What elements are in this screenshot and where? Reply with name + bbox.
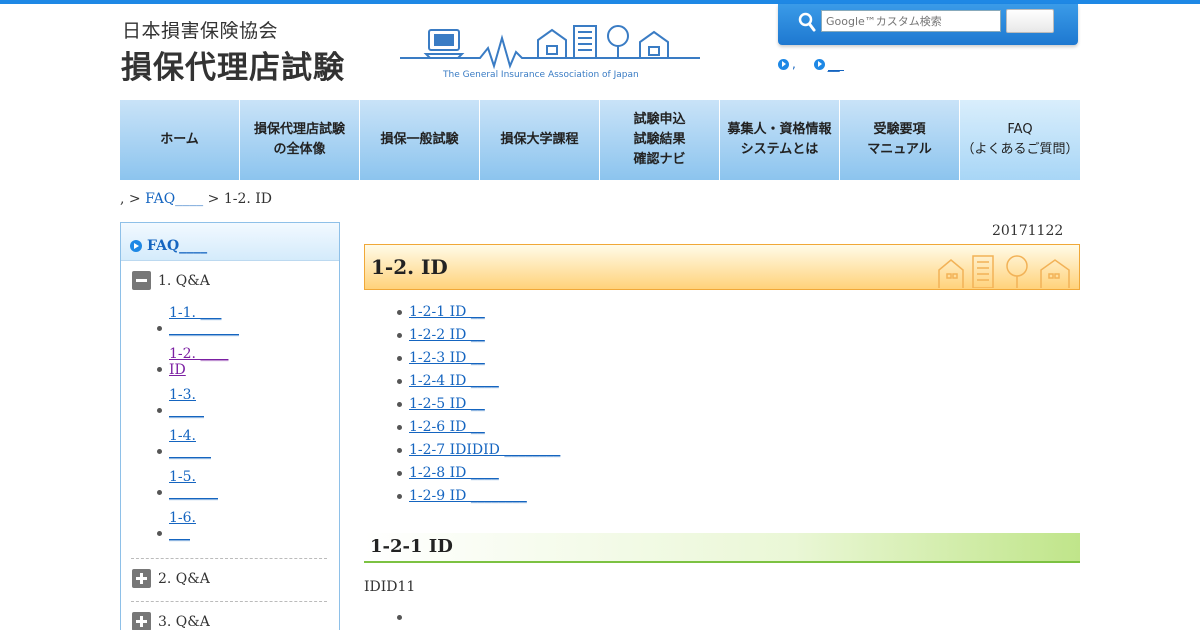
sidebar-item: 1-5. _______: [148, 469, 318, 502]
search-input[interactable]: [821, 10, 1001, 32]
sidebar-category-3[interactable]: 3. Q&A: [132, 612, 210, 630]
utility-link-label: ,: [792, 57, 796, 71]
toc-link[interactable]: 1-2-3 ID __: [409, 350, 485, 366]
toc-item: 1-2-1 ID __: [396, 304, 560, 327]
divider: [131, 601, 327, 602]
toc-item: 1-2-9 ID ________: [396, 488, 560, 511]
sidebar-faq-link[interactable]: FAQ____: [147, 238, 207, 254]
sidebar-category-label: 3. Q&A: [158, 613, 210, 630]
toc-link[interactable]: 1-2-7 IDIDID ________: [409, 442, 560, 458]
arrow-circle-icon: [778, 58, 789, 70]
expand-icon[interactable]: [132, 612, 151, 630]
list-bullet: [397, 615, 402, 620]
toc-link[interactable]: 1-2-5 ID __: [409, 396, 485, 412]
sidebar-item-link[interactable]: 1-4. ______: [169, 428, 211, 460]
section-heading: 1-2-1 ID: [370, 536, 453, 557]
sidebar-header: FAQ____: [121, 223, 339, 261]
breadcrumb-faq-link[interactable]: FAQ____: [145, 191, 203, 207]
sidebar-category-label: 1. Q&A: [158, 272, 210, 289]
updated-date: 20171122: [992, 223, 1064, 239]
nav-overview[interactable]: 損保代理店試験 の全体像: [240, 100, 360, 180]
town-illustration-icon: [938, 255, 1070, 288]
sidebar-category-2[interactable]: 2. Q&A: [132, 569, 210, 588]
global-nav: ホーム 損保代理店試験 の全体像 損保一般試験 損保大学課程 試験申込 試験結果…: [120, 100, 1080, 180]
nav-home[interactable]: ホーム: [120, 100, 240, 180]
sidebar: FAQ____ 1. Q&A 1-1. ___ __________ 1-2. …: [120, 222, 340, 630]
utility-links: , __: [778, 57, 858, 73]
sidebar-item-link[interactable]: 1-5. _______: [169, 469, 218, 501]
breadcrumb-separator: >: [124, 191, 146, 207]
arrow-circle-icon: [813, 58, 825, 70]
sidebar-item: 1-3. _____: [148, 387, 318, 420]
search-panel: [778, 4, 1078, 45]
toc-link[interactable]: 1-2-8 ID ____: [409, 465, 499, 481]
utility-link-2[interactable]: __: [813, 58, 844, 72]
collapse-icon[interactable]: [132, 271, 151, 290]
toc-link[interactable]: 1-2-2 ID __: [409, 327, 485, 343]
sidebar-subitems: 1-1. ___ __________ 1-2. ____ ID 1-3. __…: [148, 305, 318, 551]
utility-link-1[interactable]: ,: [778, 57, 796, 71]
sidebar-item: 1-4. ______: [148, 428, 318, 461]
breadcrumb-current: 1-2. ID: [223, 191, 273, 207]
toc-item: 1-2-2 ID __: [396, 327, 560, 350]
divider: [131, 558, 327, 559]
nav-application-navi[interactable]: 試験申込 試験結果 確認ナビ: [600, 100, 720, 180]
association-english-name: The General Insurance Association of Jap…: [443, 70, 639, 80]
nav-system-info[interactable]: 募集人・資格情報 システムとは: [720, 100, 840, 180]
expand-icon[interactable]: [132, 569, 151, 588]
section-text: IDID11: [364, 579, 416, 595]
page-title: 1-2. ID: [371, 255, 448, 279]
toc-item: 1-2-4 ID ____: [396, 373, 560, 396]
utility-link-label: __: [827, 58, 844, 72]
arrow-circle-icon: [130, 240, 142, 252]
nav-university-course[interactable]: 損保大学課程: [480, 100, 600, 180]
toc-item: 1-2-5 ID __: [396, 396, 560, 419]
sidebar-item-link[interactable]: 1-3. _____: [169, 387, 204, 419]
search-icon: [798, 12, 816, 32]
toc-link[interactable]: 1-2-6 ID __: [409, 419, 485, 435]
breadcrumb-separator: >: [203, 191, 224, 207]
breadcrumb: , > FAQ____ > 1-2. ID: [120, 191, 272, 207]
toc-link[interactable]: 1-2-4 ID ____: [409, 373, 499, 389]
nav-general-exam[interactable]: 損保一般試験: [360, 100, 480, 180]
sidebar-item-link[interactable]: 1-2. ____ ID: [169, 346, 228, 378]
toc-link[interactable]: 1-2-1 ID __: [409, 304, 485, 320]
association-name[interactable]: 日本損害保険協会: [122, 16, 278, 43]
sidebar-category-label: 2. Q&A: [158, 570, 210, 587]
site-header: 日本損害保険協会 損保代理店試験 The General Insurance A…: [120, 4, 1080, 100]
sidebar-item: 1-6. ___: [148, 510, 318, 543]
nav-faq[interactable]: FAQ （よくあるご質問）: [960, 100, 1080, 180]
sidebar-category-1[interactable]: 1. Q&A: [132, 271, 210, 290]
nav-manual[interactable]: 受験要項 マニュアル: [840, 100, 960, 180]
toc-item: 1-2-6 ID __: [396, 419, 560, 442]
site-title[interactable]: 損保代理店試験: [121, 42, 345, 87]
toc-link[interactable]: 1-2-9 ID ________: [409, 488, 527, 504]
logo-illustration: [400, 25, 700, 70]
page-title-box: 1-2. ID: [364, 244, 1080, 290]
sidebar-item-current: 1-2. ____ ID: [148, 346, 318, 379]
sidebar-item-link[interactable]: 1-6. ___: [169, 510, 196, 542]
table-of-contents: 1-2-1 ID __ 1-2-2 ID __ 1-2-3 ID __ 1-2-…: [396, 304, 560, 511]
search-button[interactable]: [1006, 9, 1054, 33]
section-heading-box: 1-2-1 ID: [364, 533, 1080, 563]
toc-item: 1-2-8 ID ____: [396, 465, 560, 488]
sidebar-item: 1-1. ___ __________: [148, 305, 318, 338]
toc-item: 1-2-7 IDIDID ________: [396, 442, 560, 465]
sidebar-item-link[interactable]: 1-1. ___ __________: [169, 305, 239, 337]
toc-item: 1-2-3 ID __: [396, 350, 560, 373]
